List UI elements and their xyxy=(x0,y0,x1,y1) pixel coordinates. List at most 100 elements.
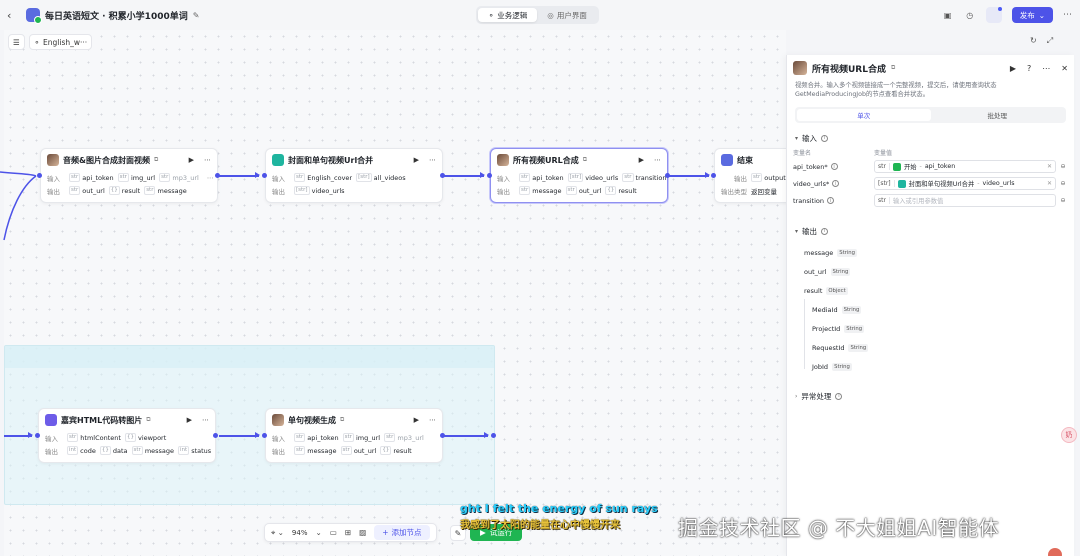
input-port[interactable] xyxy=(262,173,267,178)
add-node-button[interactable]: + 添加节点 xyxy=(374,525,430,540)
output-port[interactable] xyxy=(440,173,445,178)
transition-field[interactable]: str 输入或引用参数值 xyxy=(874,194,1056,207)
more-icon[interactable]: ⋯ xyxy=(429,156,436,164)
input-label: 输入 xyxy=(45,434,58,443)
param: api_token xyxy=(307,433,339,442)
more-icon[interactable]: ⋯ xyxy=(654,156,661,164)
collaborators-icon[interactable] xyxy=(985,7,1002,23)
refresh-icon[interactable]: ↻ xyxy=(1030,36,1037,46)
output-section-header[interactable]: ▾ 输出 i xyxy=(787,223,1074,239)
output-port[interactable] xyxy=(665,173,670,178)
input-section-header[interactable]: ▾ 输入 i xyxy=(787,130,1074,146)
link-icon[interactable]: ⧉ xyxy=(154,156,158,164)
remove-icon[interactable]: ⊖ xyxy=(1058,163,1068,170)
type-badge: String xyxy=(848,343,869,352)
tab-business-logic[interactable]: ⚬ 业务逻辑 xyxy=(478,8,538,22)
history-icon[interactable]: ◷ xyxy=(964,9,976,21)
expand-icon[interactable]: ⤢ xyxy=(1047,36,1053,46)
more-icon[interactable]: ⋯ xyxy=(204,156,211,164)
zoom-level[interactable]: 94% xyxy=(292,529,308,537)
type-select[interactable]: str xyxy=(878,163,890,170)
type-tag: [str] xyxy=(567,173,584,182)
group-end-port[interactable] xyxy=(491,433,496,438)
comment-icon[interactable]: ▭ xyxy=(330,528,337,537)
output-port[interactable] xyxy=(440,433,445,438)
link-icon[interactable]: ⧉ xyxy=(583,156,587,164)
header-actions: ▣ ◷ 发布 ⌄ ⋯ xyxy=(942,0,1080,30)
input-port[interactable] xyxy=(35,433,40,438)
node-single-video[interactable]: 单句视频生成 ⧉ ▶ ⋯ 输入 str api_token str img_url … xyxy=(265,408,443,463)
info-icon[interactable]: i xyxy=(830,163,838,170)
api-token-field[interactable]: str 开始 - api_token ✕ xyxy=(874,160,1056,173)
minimap-icon[interactable]: ▨ xyxy=(359,528,366,537)
type-select[interactable]: str xyxy=(878,197,890,204)
run-node-icon[interactable]: ▶ xyxy=(414,416,419,424)
node-end[interactable]: 结束 输出 str output 输出类型 返回变量 xyxy=(714,148,794,203)
run-node-icon[interactable]: ▶ xyxy=(1010,64,1016,73)
input-port[interactable] xyxy=(37,173,42,178)
video-urls-field[interactable]: [str] 封面和单句视频Url合并 - video_urls ✕ xyxy=(874,177,1056,190)
type-badge: String xyxy=(844,324,865,333)
output-port[interactable] xyxy=(213,433,218,438)
info-icon[interactable]: i xyxy=(826,197,834,204)
edit-icon[interactable]: ✎ xyxy=(193,11,200,20)
mouse-mode-icon[interactable]: ⌖ ⌄ xyxy=(271,528,284,538)
clear-icon[interactable]: ✕ xyxy=(1047,163,1052,170)
output-port[interactable] xyxy=(215,173,220,178)
info-icon[interactable]: i xyxy=(832,180,840,187)
node-audio-image-cover-video[interactable]: 音频&图片合成封面视频 ⧉ ▶ ⋯ 输入 str api_token str img… xyxy=(40,148,218,203)
type-tag: str xyxy=(340,446,352,455)
more-icon[interactable]: ⋯ xyxy=(207,174,214,182)
tab-single[interactable]: 单次 xyxy=(797,109,931,121)
workflow-tab[interactable]: ⚬ English_w··· xyxy=(28,34,93,50)
input-port[interactable] xyxy=(262,433,267,438)
more-icon[interactable]: ⋯ xyxy=(1042,64,1050,73)
canvas-top-left: ☰ ⚬ English_w··· xyxy=(8,34,93,50)
back-arrow-icon[interactable]: ‹ xyxy=(7,9,21,22)
type-select[interactable]: [str] xyxy=(878,180,895,187)
edge xyxy=(444,432,489,438)
type-tag: str xyxy=(294,433,306,442)
floating-assistant-icon[interactable]: 奶 xyxy=(1061,427,1077,443)
tab-batch[interactable]: 批处理 xyxy=(931,109,1065,121)
more-icon[interactable]: ⋯ xyxy=(202,416,209,424)
link-icon[interactable]: ⧉ xyxy=(146,416,150,424)
input-label: 输入 xyxy=(497,174,510,183)
info-icon[interactable]: i xyxy=(835,392,843,400)
run-node-icon[interactable]: ▶ xyxy=(414,156,419,164)
sidebar-toggle-icon[interactable]: ☰ xyxy=(8,34,25,50)
remove-icon[interactable]: ⊖ xyxy=(1058,197,1068,204)
publish-button[interactable]: 发布 ⌄ xyxy=(1011,7,1053,23)
exception-section-header[interactable]: › 异常处理 i xyxy=(787,388,1074,404)
node-html-to-image[interactable]: 嘉宾HTML代码转图片 ⧉ ▶ ⋯ 输入 str htmlContent {} vi… xyxy=(38,408,216,463)
param: message xyxy=(307,446,337,455)
section-title: 输入 xyxy=(802,133,818,143)
run-node-icon[interactable]: ▶ xyxy=(187,416,192,424)
float-icon-text: 奶 xyxy=(1065,431,1073,439)
node-all-video-url-merge[interactable]: 所有视频URL合成 ⧉ ▶ ⋯ 输入 str api_token [str] vid… xyxy=(490,148,668,203)
chevron-down-icon[interactable]: ⌄ xyxy=(315,528,321,537)
info-icon[interactable]: i xyxy=(821,134,829,142)
input-port[interactable] xyxy=(711,173,716,178)
close-icon[interactable]: ✕ xyxy=(1061,64,1068,73)
chevron-down-icon: ⌄ xyxy=(1038,10,1045,20)
link-icon[interactable]: ⧉ xyxy=(340,416,344,424)
param: htmlContent xyxy=(80,433,121,442)
tab-user-interface[interactable]: ◎ 用户界面 xyxy=(537,8,597,22)
info-icon[interactable]: i xyxy=(821,227,829,235)
type-tag: {} xyxy=(605,186,617,195)
auto-layout-icon[interactable]: ⊞ xyxy=(345,528,351,537)
run-node-icon[interactable]: ▶ xyxy=(189,156,194,164)
link-icon[interactable]: ⧉ xyxy=(891,64,895,72)
help-icon[interactable]: ? xyxy=(1027,64,1031,73)
input-port[interactable] xyxy=(487,173,492,178)
floating-avatar-icon[interactable] xyxy=(1048,548,1062,556)
more-icon[interactable]: ⋯ xyxy=(1063,10,1072,20)
node-merge-cover-urls[interactable]: 封面和单句视频Url合并 ▶ ⋯ 输入 str English_cover [st… xyxy=(265,148,443,203)
remove-icon[interactable]: ⊖ xyxy=(1058,180,1068,187)
run-node-icon[interactable]: ▶ xyxy=(639,156,644,164)
more-icon[interactable]: ⋯ xyxy=(429,416,436,424)
clear-icon[interactable]: ✕ xyxy=(1047,180,1052,187)
debug-icon[interactable]: ▣ xyxy=(942,9,954,21)
output-item[interactable]: result Object xyxy=(804,281,1074,300)
